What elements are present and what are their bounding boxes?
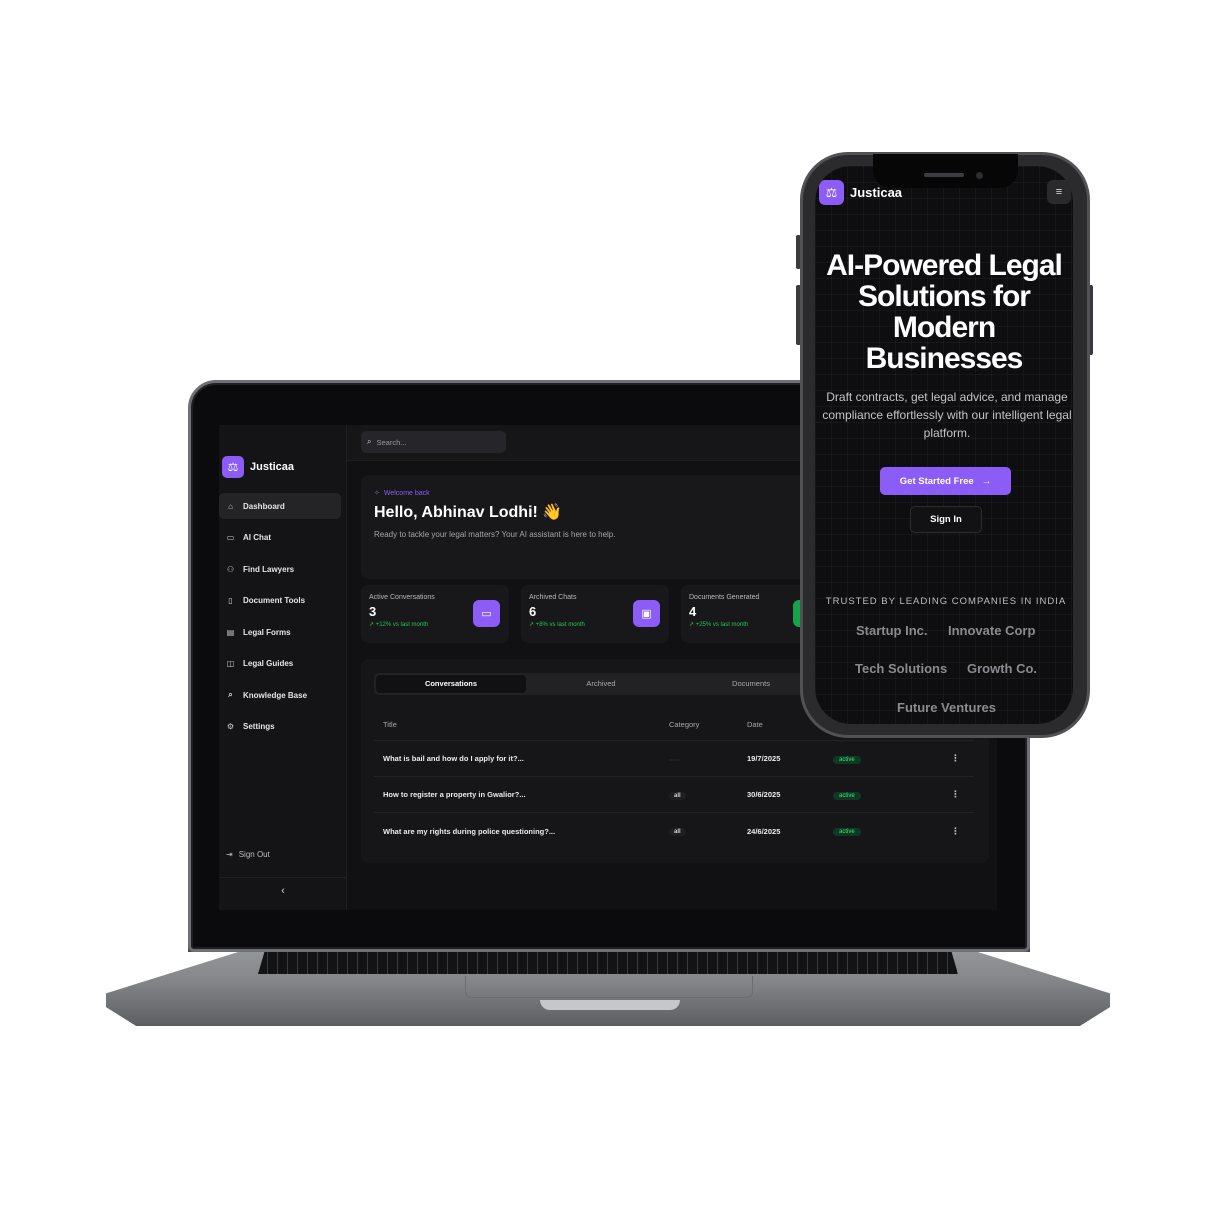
logout-icon: ⇥	[226, 850, 233, 859]
collapse-sidebar-button[interactable]: ‹	[219, 877, 347, 897]
document-icon: ▯	[228, 596, 233, 605]
sidebar-item-label: Find Lawyers	[243, 564, 295, 574]
brand-name: Justicaa	[250, 461, 295, 473]
sidebar-item-label: Knowledge Base	[243, 690, 308, 700]
form-icon: ▤	[226, 627, 235, 637]
header-title: Title	[383, 720, 397, 729]
book-icon: ◫	[226, 659, 235, 668]
sidebar-item-label: Legal Guides	[243, 659, 294, 668]
chat-icon: ▭	[226, 533, 235, 542]
hero-line: Businesses	[865, 342, 1024, 375]
scales-icon: ⚖	[222, 456, 244, 478]
stats-row: Active Conversations 3 ↗ +12% vs last mont…	[361, 585, 829, 643]
trusted-label: TRUSTED BY LEADING COMPANIES IN INDIA	[825, 596, 1067, 607]
sidebar: ⚖ Justicaa ⌂ Dashboard ▭ AI Chat ⚇ Find Lawye…	[219, 425, 347, 910]
search-icon: ⌕	[228, 690, 233, 699]
stat-card: Archived Chats 6 ↗ +8% vs last month ▣	[521, 585, 669, 643]
row-title: What are my rights during police questio…	[383, 826, 556, 836]
more-options-icon[interactable]: ⋮	[951, 826, 960, 836]
phone-speaker	[924, 173, 964, 177]
row-date: 19/7/2025	[747, 754, 781, 763]
sign-in-label: Sign In	[930, 514, 962, 525]
tab-conversations[interactable]: Conversations	[376, 675, 526, 693]
get-started-label: Get Started Free	[899, 475, 974, 487]
row-title: What is bail and how do I apply for it?.…	[383, 754, 524, 763]
sparkle-icon: ✧	[374, 490, 380, 497]
users-icon: ⚇	[226, 564, 235, 574]
home-icon: ⌂	[228, 501, 233, 511]
welcome-subtitle: Ready to tackle your legal matters? Your…	[374, 530, 616, 539]
header-category: Category	[669, 720, 700, 729]
company-name: Future Ventures	[897, 700, 996, 715]
sidebar-item-legal-guides[interactable]: ◫ Legal Guides	[219, 651, 341, 677]
sidebar-item-label: Settings	[243, 722, 275, 731]
sidebar-item-ai-chat[interactable]: ▭ AI Chat	[219, 525, 341, 551]
sidebar-item-find-lawyers[interactable]: ⚇ Find Lawyers	[219, 556, 341, 582]
search-icon: ⌕	[367, 437, 372, 446]
stat-card: Active Conversations 3 ↗ +12% vs last mont…	[361, 585, 509, 643]
table-row[interactable]: What are my rights during police questio…	[374, 813, 974, 849]
category-badge: all	[669, 791, 686, 800]
search-input[interactable]: ⌕ Search...	[361, 431, 506, 453]
phone-dynamic-island	[873, 154, 1018, 188]
welcome-card: ✧ Welcome back Hello, Abhinav Lodhi! 👋 R…	[361, 475, 811, 579]
table-row[interactable]: What is bail and how do I apply for it?.…	[374, 741, 974, 777]
hero-description: Draft contracts, get legal advice, and m…	[822, 390, 1072, 440]
archive-icon: ▣	[633, 600, 660, 627]
row-title: How to register a property in Gwalior?..…	[383, 790, 526, 799]
sign-in-button[interactable]: Sign In	[910, 506, 982, 533]
sidebar-item-label: Dashboard	[243, 501, 285, 511]
company-name: Tech Solutions	[855, 661, 948, 676]
chevron-left-icon: ‹	[281, 885, 285, 897]
sidebar-item-settings[interactable]: ⚙ Settings	[219, 714, 341, 740]
category-badge: all	[669, 828, 686, 836]
sidebar-item-legal-forms[interactable]: ▤ Legal Forms	[219, 619, 341, 645]
table-row[interactable]: How to register a property in Gwalior?..…	[374, 777, 974, 813]
sidebar-item-label: Document Tools	[243, 596, 306, 605]
company-name: Startup Inc.	[856, 623, 928, 638]
sidebar-item-knowledge-base[interactable]: ⌕ Knowledge Base	[219, 682, 341, 708]
table-body: What is bail and how do I apply for it?.…	[374, 741, 974, 849]
search-placeholder: Search...	[376, 437, 407, 447]
hero-line: AI-Powered Legal	[826, 249, 1063, 282]
laptop-front-notch	[540, 1000, 680, 1010]
gear-icon: ⚙	[226, 722, 235, 731]
sign-out-label: Sign Out	[238, 850, 270, 859]
sidebar-nav: ⌂ Dashboard ▭ AI Chat ⚇ Find Lawyers ▯ Document…	[219, 493, 346, 740]
hero-heading: AI-Powered Legal Solutions for Modern Busin…	[815, 250, 1073, 374]
laptop-keyboard	[258, 950, 958, 974]
brand[interactable]: ⚖ Justicaa	[219, 425, 346, 493]
status-badge: active	[833, 755, 861, 764]
sidebar-item-document-tools[interactable]: ▯ Document Tools	[219, 588, 341, 614]
laptop-trackpad	[465, 976, 753, 998]
sidebar-item-label: AI Chat	[243, 533, 271, 542]
status-badge: active	[833, 791, 861, 800]
hamburger-icon[interactable]: ≡	[1047, 180, 1071, 204]
status-badge: active	[833, 828, 861, 836]
hero-line: Solutions for	[858, 280, 1031, 313]
arrow-right-icon: →	[981, 475, 992, 487]
welcome-tag: ✧ Welcome back	[374, 489, 798, 498]
scales-icon: ⚖	[819, 180, 844, 205]
category-badge	[669, 759, 681, 761]
get-started-button[interactable]: Get Started Free →	[880, 467, 1011, 495]
welcome-tag-label: Welcome back	[383, 489, 430, 497]
phone-screen: ⚖ Justicaa ≡ AI-Powered Legal Solutions f…	[815, 166, 1073, 724]
sign-out-button[interactable]: ⇥ Sign Out	[226, 850, 270, 859]
sidebar-item-label: Legal Forms	[243, 627, 291, 637]
company-name: Growth Co.	[967, 661, 1038, 676]
tab-archived[interactable]: Archived	[526, 675, 676, 693]
more-options-icon[interactable]: ⋮	[951, 753, 960, 763]
row-date: 30/6/2025	[747, 790, 781, 799]
row-date: 24/6/2025	[747, 826, 781, 836]
company-name: Innovate Corp	[948, 623, 1036, 638]
sidebar-item-dashboard[interactable]: ⌂ Dashboard	[219, 493, 341, 519]
hero-line: Modern	[892, 311, 996, 344]
greeting: Hello, Abhinav Lodhi! 👋	[374, 504, 563, 521]
chat-icon: ▭	[473, 600, 500, 627]
phone-camera	[976, 172, 983, 179]
more-options-icon[interactable]: ⋮	[951, 789, 960, 799]
